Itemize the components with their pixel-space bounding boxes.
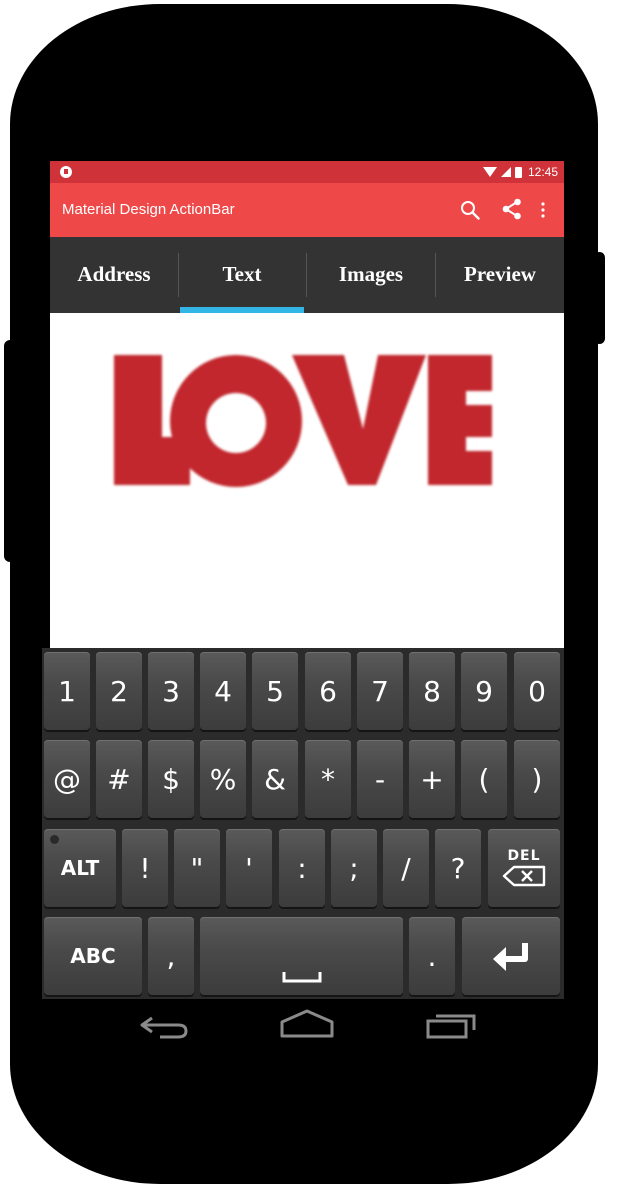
key-6[interactable]: 6 [305,652,351,730]
screen: 12:45 Material Design ActionBar Address … [50,161,564,648]
key-7[interactable]: 7 [357,652,403,730]
key-hash[interactable]: # [96,740,142,818]
key-open-paren[interactable]: ( [461,740,507,818]
key-plus[interactable]: + [409,740,455,818]
key-minus[interactable]: - [357,740,403,818]
alt-indicator-dot [50,835,59,844]
key-asterisk[interactable]: * [305,740,351,818]
key-slash[interactable]: / [383,829,429,907]
backspace-icon [502,865,546,887]
action-bar: Material Design ActionBar [50,183,564,237]
key-9[interactable]: 9 [461,652,507,730]
key-0[interactable]: 0 [514,652,560,730]
key-close-paren[interactable]: ) [514,740,560,818]
alt-key[interactable]: ALT [44,829,116,907]
key-1[interactable]: 1 [44,652,90,730]
enter-key[interactable] [462,917,560,995]
key-8[interactable]: 8 [409,652,455,730]
key-at[interactable]: @ [44,740,90,818]
key-colon[interactable]: : [279,829,325,907]
space-key[interactable] [200,917,403,995]
love-logo [114,355,492,487]
keyboard: 1 2 3 4 5 6 7 8 9 0 @ # $ % & * - + ( ) … [42,648,564,999]
signal-icon [500,167,511,177]
app-title: Material Design ActionBar [62,201,235,218]
volume-button [4,340,16,562]
key-4[interactable]: 4 [200,652,246,730]
tab-address[interactable]: Address [50,237,178,313]
status-clock: 12:45 [527,165,558,179]
tab-preview[interactable]: Preview [436,237,564,313]
delete-key[interactable]: DEL [488,829,560,907]
key-single-quote[interactable]: ' [226,829,272,907]
overflow-menu-icon[interactable] [538,199,548,221]
key-dollar[interactable]: $ [148,740,194,818]
key-semicolon[interactable]: ; [331,829,377,907]
tab-bar: Address Text Images Preview [50,237,564,313]
key-3[interactable]: 3 [148,652,194,730]
space-icon [282,972,321,983]
delete-key-label: DEL [507,848,541,864]
recents-icon[interactable] [424,1012,480,1040]
power-button [594,252,605,344]
key-ampersand[interactable]: & [252,740,298,818]
share-icon[interactable] [501,198,523,220]
search-icon[interactable] [460,200,480,220]
key-period[interactable]: . [409,917,455,995]
key-question[interactable]: ? [435,829,481,907]
key-2[interactable]: 2 [96,652,142,730]
key-double-quote[interactable]: " [174,829,220,907]
key-5[interactable]: 5 [252,652,298,730]
tab-images[interactable]: Images [307,237,435,313]
back-icon[interactable] [138,1012,190,1040]
enter-icon [493,943,528,971]
wifi-icon [482,167,497,177]
key-exclamation[interactable]: ! [122,829,168,907]
tab-text[interactable]: Text [179,237,305,313]
battery-icon [514,166,522,178]
home-icon[interactable] [278,1008,336,1040]
key-comma[interactable]: , [148,917,194,995]
alt-key-label: ALT [60,856,100,880]
key-percent[interactable]: % [200,740,246,818]
status-bar: 12:45 [50,161,564,183]
content-area [50,313,564,648]
notification-icon [60,166,72,178]
abc-key[interactable]: ABC [44,917,142,995]
